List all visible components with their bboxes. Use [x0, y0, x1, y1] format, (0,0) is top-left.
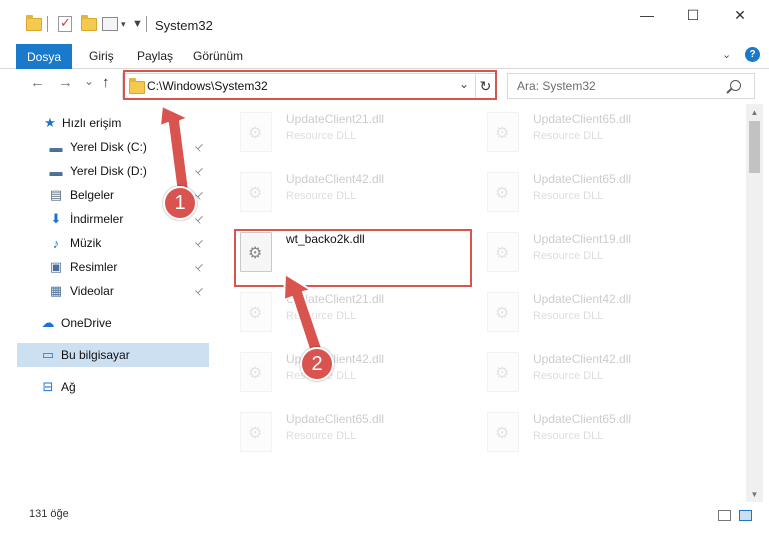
step-1-callout: 1 — [163, 186, 197, 220]
step-2-callout: 2 — [300, 347, 334, 381]
annotation-arrows — [159, 105, 327, 365]
